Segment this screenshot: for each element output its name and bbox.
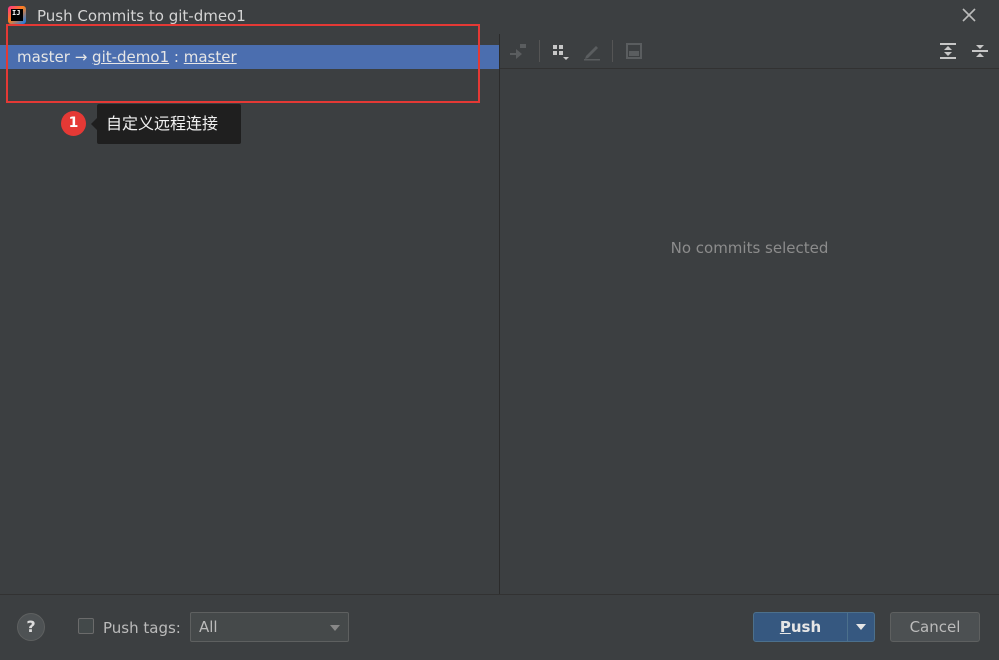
- window-title: Push Commits to git-dmeo1: [37, 7, 246, 25]
- annotation-highlight-box: [6, 24, 480, 103]
- close-icon[interactable]: [959, 5, 979, 25]
- group-by-icon[interactable]: [549, 40, 573, 62]
- push-button-label: ush: [790, 618, 822, 636]
- cherry-pick-icon[interactable]: [506, 40, 530, 62]
- cancel-button[interactable]: Cancel: [890, 612, 980, 642]
- annotation-callout: 自定义远程连接: [97, 104, 241, 144]
- push-tags-label[interactable]: Push tags:: [103, 619, 181, 637]
- expand-all-icon[interactable]: [936, 40, 960, 62]
- commit-details-panel: No commits selected: [500, 34, 999, 594]
- no-commits-message: No commits selected: [670, 239, 829, 257]
- push-button[interactable]: Push: [753, 612, 848, 642]
- intellij-logo-icon: IJ: [8, 6, 26, 24]
- annotation-badge: 1: [61, 111, 86, 136]
- chevron-down-icon: [856, 624, 866, 630]
- tags-select-value: All: [199, 618, 218, 636]
- push-tags-checkbox[interactable]: [78, 618, 94, 634]
- toolbar-separator: [539, 40, 540, 62]
- chevron-down-icon: [330, 625, 340, 631]
- details-toolbar: [500, 34, 999, 69]
- edit-icon[interactable]: [580, 40, 604, 62]
- tags-select[interactable]: All: [190, 612, 349, 642]
- collapse-all-icon[interactable]: [968, 40, 992, 62]
- push-button-mnemonic: P: [779, 618, 791, 636]
- push-options-dropdown[interactable]: [847, 612, 875, 642]
- diff-icon[interactable]: [622, 40, 646, 62]
- dialog-footer: ? Push tags: All Push Cancel: [0, 594, 999, 660]
- help-button[interactable]: ?: [17, 613, 45, 641]
- toolbar-separator: [612, 40, 613, 62]
